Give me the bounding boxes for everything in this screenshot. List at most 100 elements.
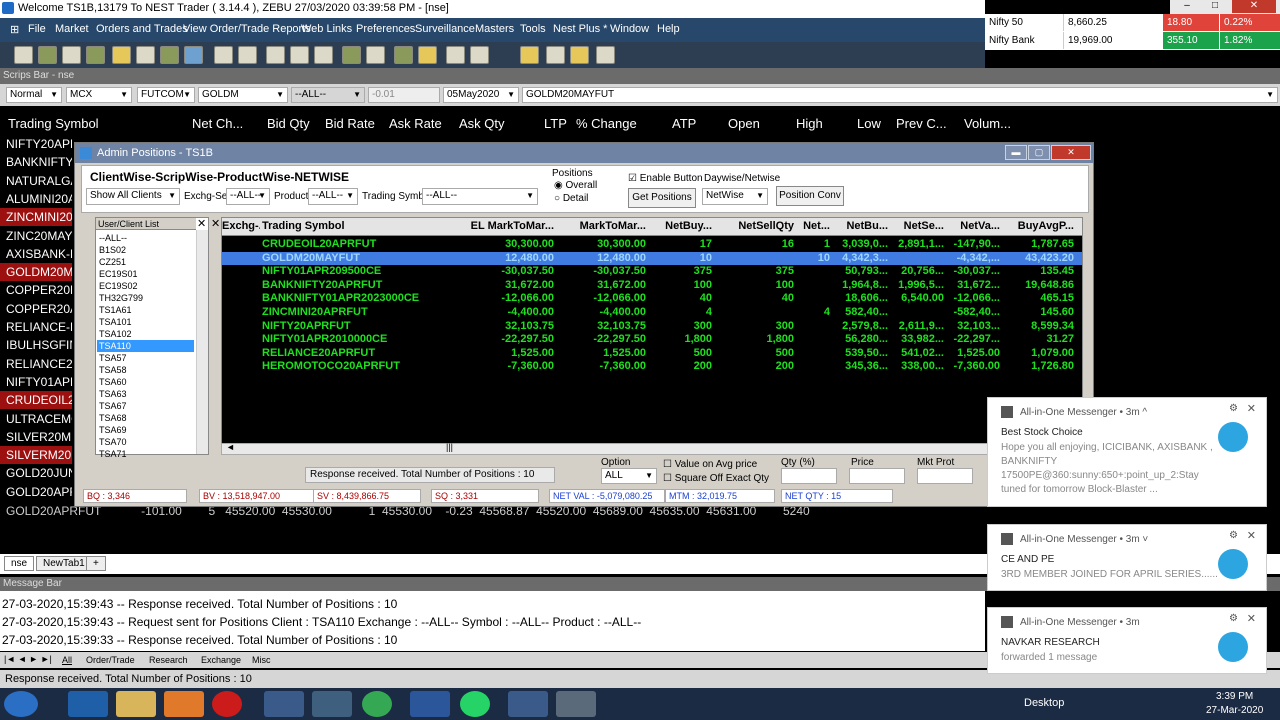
client-list-close-icon[interactable]: ✕ (197, 217, 206, 230)
position-row[interactable]: GOLDM20MAYFUT 12,480.00 12,480.00 10 10 4,342… (222, 251, 1082, 265)
qty-input[interactable] (781, 468, 837, 484)
option-select[interactable]: ALL ▼ (601, 468, 657, 484)
product-select[interactable]: --ALL-- ▼ (308, 188, 358, 205)
market-watch-row[interactable]: NATURALGA (0, 172, 72, 190)
grid-close-icon[interactable]: ✕ (211, 217, 220, 230)
market-watch-row[interactable]: COPPER20A (0, 300, 72, 318)
client-list-item[interactable]: TSA102 (97, 328, 194, 340)
client-list-item[interactable]: TSA69 (97, 424, 194, 436)
position-row[interactable]: HEROMOTOCO20APRFUT -7,360.00 -7,360.00 200 2… (222, 360, 1082, 373)
client-list-item[interactable]: TSA68 (97, 412, 194, 424)
col-open[interactable]: Open (728, 116, 760, 131)
position-conv-button[interactable]: Position Conv (776, 186, 844, 206)
client-list-item[interactable]: B1S02 (97, 244, 194, 256)
menu-orders-trades[interactable]: Orders and Trades (96, 23, 188, 35)
client-list-item[interactable]: TSA57 (97, 352, 194, 364)
admin-minimize-button[interactable]: ▬ (1005, 145, 1027, 160)
client-list-item[interactable]: --ALL-- (97, 232, 194, 244)
menu-web-links[interactable]: Web Links (301, 23, 352, 35)
toolbar-cart-sell-icon[interactable] (342, 46, 361, 64)
overall-radio[interactable]: ◉ Overall (554, 180, 597, 191)
market-watch-row[interactable]: RELIANCE-E (0, 318, 72, 336)
whatsapp-icon[interactable] (460, 691, 490, 717)
market-watch-row[interactable]: AXISBANK-E (0, 245, 72, 263)
position-row[interactable]: NIFTY01APR2010000CE -22,297.50 -22,297.50 1… (222, 333, 1082, 346)
tab-newtab1[interactable]: NewTab1 (36, 556, 92, 571)
market-watch-row[interactable]: NIFTY01APR (0, 373, 72, 391)
close-icon[interactable]: ✕ (1247, 529, 1256, 542)
toolbar-chart-icon[interactable] (160, 46, 179, 64)
menu-market[interactable]: Market (55, 23, 89, 35)
toolbar-alert-icon[interactable] (470, 46, 489, 64)
notification-card[interactable]: All-in-One Messenger • 3m ^ ⚙ ✕ Best Sto… (987, 397, 1267, 507)
col-high[interactable]: High (796, 116, 823, 131)
option-select[interactable]: --ALL-- ▼ (291, 87, 365, 103)
col-pct-change[interactable]: % Change (576, 116, 637, 131)
market-watch-row[interactable]: NIFTY20APRF (0, 135, 72, 153)
col-prev-close[interactable]: Prev C... (896, 116, 947, 131)
start-button-icon[interactable] (4, 691, 38, 717)
market-watch-row[interactable]: ZINC20MAYF (0, 227, 72, 245)
menu-surveillance[interactable]: Surveillance (415, 23, 475, 35)
grid-header-cell[interactable]: NetBuy... (648, 220, 712, 232)
grid-header-cell[interactable]: NetSe... (890, 220, 944, 232)
menu-help[interactable]: Help (657, 23, 680, 35)
grid-header-cell[interactable]: Exchg-... (222, 220, 260, 232)
grid-header-cell[interactable]: Trading Symbol (262, 220, 452, 232)
toolbar-buy-icon[interactable] (14, 46, 33, 64)
position-row[interactable]: CRUDEOIL20APRFUT 30,300.00 30,300.00 17 16 1 3… (222, 238, 1082, 251)
log-tab-research[interactable]: Research (149, 655, 188, 665)
client-list-item[interactable]: TSA70 (97, 436, 194, 448)
toolbar-sell-icon[interactable] (38, 46, 57, 64)
client-list-item[interactable]: TSA63 (97, 388, 194, 400)
position-row[interactable]: NIFTY01APR209500CE -30,037.50 -30,037.50 37… (222, 265, 1082, 278)
menu-tools[interactable]: Tools (520, 23, 546, 35)
contract-select[interactable]: GOLDM20MAYFUT ▼ (522, 87, 1278, 103)
netwise-select[interactable]: NetWise ▼ (702, 188, 768, 205)
index-row-niftybank[interactable]: Nifty Bank 19,969.00 355.10 1.82% (985, 32, 1280, 49)
client-list-item[interactable]: TSA101 (97, 316, 194, 328)
toolbar-notes-icon[interactable] (520, 46, 539, 64)
market-watch-row[interactable]: ALUMINI20A (0, 190, 72, 208)
menu-window[interactable]: Window (610, 23, 649, 35)
col-trading-symbol[interactable]: Trading Symbol (8, 116, 99, 131)
toolbar-users-icon[interactable] (394, 46, 413, 64)
enable-button-checkbox[interactable]: ☑ Enable Button (628, 173, 703, 184)
client-list-item[interactable]: TS1A61 (97, 304, 194, 316)
toolbar-pin-icon[interactable] (546, 46, 565, 64)
col-low[interactable]: Low (857, 116, 881, 131)
toolbar-users-edit-icon[interactable] (418, 46, 437, 64)
grid-header-cell[interactable]: NetBu... (832, 220, 888, 232)
grid-header-cell[interactable]: Net... (796, 220, 830, 232)
trading-symbol-select[interactable]: --ALL-- ▼ (422, 188, 538, 205)
notification-card[interactable]: All-in-One Messenger • 3m ˅ ⚙ ✕ CE AND P… (987, 524, 1267, 591)
client-list-item[interactable]: TSA110 (97, 340, 194, 352)
log-tab-exchange[interactable]: Exchange (201, 655, 241, 665)
media-player-icon[interactable] (164, 691, 204, 717)
grid-header-cell[interactable]: NetSellQty (714, 220, 794, 232)
market-watch-row[interactable]: GOLDM20MA (0, 263, 72, 282)
app-icon-2[interactable] (556, 691, 596, 717)
nest-trader-icon[interactable] (508, 691, 548, 717)
strike-input[interactable]: -0.01 (368, 87, 440, 103)
client-list-item[interactable]: TSA58 (97, 364, 194, 376)
market-watch-row[interactable]: ZINCMINI20 (0, 208, 72, 227)
position-row[interactable]: ZINCMINI20APRFUT -4,400.00 -4,400.00 4 4 582,… (222, 306, 1082, 319)
log-tab-misc[interactable]: Misc (252, 655, 271, 665)
toolbar-basket-icon[interactable] (112, 46, 131, 64)
value-avg-checkbox[interactable]: ☐ Value on Avg price (663, 459, 757, 470)
menu-nest-plus[interactable]: Nest Plus * (553, 23, 607, 35)
close-icon[interactable]: ✕ (1247, 402, 1256, 415)
toolbar-report-icon[interactable] (214, 46, 233, 64)
square-off-checkbox[interactable]: ☐ Square Off Exact Qty (663, 473, 769, 484)
toolbar-settings-icon[interactable] (596, 46, 615, 64)
opera-icon[interactable] (212, 691, 242, 717)
toolbar-edit-icon[interactable] (570, 46, 589, 64)
grid-header-cell[interactable]: NetVa... (946, 220, 1000, 232)
toolbar-cart-check-icon[interactable] (366, 46, 385, 64)
col-ask-qty[interactable]: Ask Qty (459, 116, 505, 131)
log-nav-icons[interactable]: |◄ ◄ ► ►| (4, 654, 52, 664)
market-watch-row[interactable]: COPPER20M (0, 281, 72, 299)
gear-icon[interactable]: ⚙ (1229, 403, 1238, 414)
nest-icon[interactable] (264, 691, 304, 717)
